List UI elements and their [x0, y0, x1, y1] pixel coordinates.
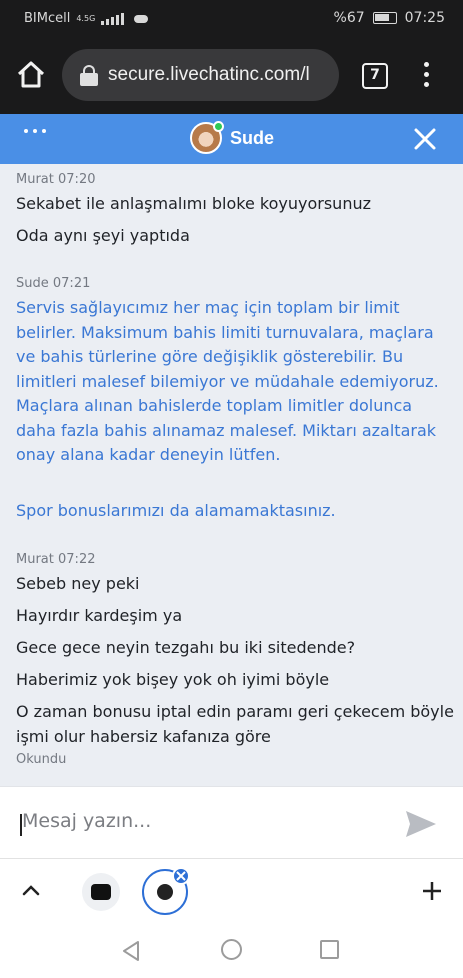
- agent-info: Sude: [190, 121, 275, 154]
- message-meta: Murat 07:22: [16, 552, 96, 567]
- expand-toolbar-button[interactable]: [20, 879, 42, 901]
- more-options-icon[interactable]: [24, 129, 46, 133]
- message-input[interactable]: [22, 810, 382, 832]
- message-text: O zaman bonusu iptal edin paramı geri çe…: [16, 702, 454, 746]
- message-meta: Sude 07:21: [16, 276, 91, 291]
- message-text: Servis sağlayıcımız her maç için toplam …: [16, 298, 439, 464]
- message-composer: [0, 786, 463, 858]
- message-text: Oda aynı şeyi yaptıda: [16, 226, 190, 245]
- message-text: Gece gece neyin tezgahı bu iki sitedende…: [16, 638, 356, 657]
- clock: 07:25: [404, 10, 445, 26]
- message-group: Murat 07:20: [16, 172, 456, 187]
- close-icon: [414, 128, 436, 150]
- lock-icon: [80, 64, 98, 86]
- message-list[interactable]: Murat 07:20 Sekabet ile anlaşmalımı blok…: [0, 164, 463, 786]
- status-bar: BIMcell 4.5G %67 07:25: [0, 0, 463, 38]
- address-bar[interactable]: secure.livechatinc.com/l: [62, 49, 339, 101]
- kebab-menu-icon[interactable]: [418, 62, 434, 92]
- send-button[interactable]: [404, 809, 438, 839]
- home-circle-icon[interactable]: [221, 939, 242, 960]
- message-text: Sekabet ile anlaşmalımı bloke koyuyorsun…: [16, 194, 371, 213]
- send-icon: [406, 811, 436, 837]
- cloud-icon: [134, 14, 149, 23]
- back-icon[interactable]: [121, 940, 141, 966]
- plus-icon[interactable]: [420, 879, 444, 903]
- home-button[interactable]: [14, 58, 48, 92]
- app-icon[interactable]: [82, 873, 120, 911]
- battery-icon: [372, 12, 397, 24]
- read-receipt: Okundu: [16, 752, 67, 767]
- agent-name: Sude: [230, 127, 275, 148]
- url-text: secure.livechatinc.com/l: [108, 64, 310, 85]
- carrier-label: BIMcell: [24, 11, 71, 26]
- battery-percent: %67: [333, 10, 365, 26]
- chat-header: Sude: [0, 114, 463, 164]
- message-group: Sude 07:21: [16, 276, 456, 291]
- system-nav-bar: [0, 922, 463, 978]
- message-group: Murat 07:22: [16, 552, 456, 567]
- message-text: Sebeb ney peki: [16, 574, 140, 593]
- close-badge-icon[interactable]: [172, 867, 190, 885]
- tab-switcher-button[interactable]: 7: [362, 63, 388, 89]
- message-text: Haberimiz yok bişey yok oh iyimi böyle: [16, 670, 330, 689]
- signal-icon: [101, 12, 125, 25]
- browser-bottom-toolbar: [0, 858, 463, 922]
- avatar: [190, 121, 224, 154]
- chevron-up-icon: [22, 885, 40, 896]
- message-text: Spor bonuslarımızı da alamamaktasınız.: [16, 501, 336, 520]
- network-label: 4.5G: [76, 14, 96, 23]
- recent-apps-icon[interactable]: [320, 940, 339, 959]
- close-chat-button[interactable]: [412, 126, 438, 152]
- message-meta: Murat 07:20: [16, 172, 96, 187]
- message-text: Hayırdır kardeşim ya: [16, 606, 183, 625]
- browser-toolbar: secure.livechatinc.com/l 7: [0, 38, 463, 114]
- home-icon: [17, 61, 45, 88]
- online-status-icon: [213, 121, 224, 132]
